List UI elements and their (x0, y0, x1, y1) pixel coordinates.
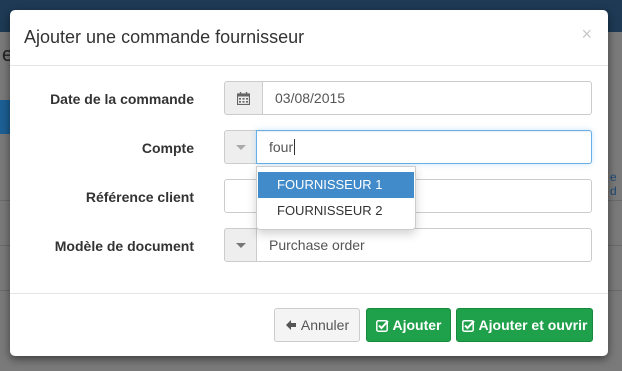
document-model-input[interactable]: Purchase order (256, 228, 592, 262)
document-model-label: Modèle de document (54, 238, 194, 254)
account-dropdown-toggle[interactable] (224, 130, 257, 164)
text-cursor (294, 139, 296, 155)
account-input-value: four (269, 139, 294, 155)
modal-title: Ajouter une commande fournisseur (24, 27, 305, 47)
document-model-dropdown-toggle[interactable] (224, 228, 257, 262)
modal-footer-divider (10, 293, 608, 294)
cancel-button-label: Annuler (300, 317, 350, 333)
caret-down-icon (235, 242, 246, 248)
calendar-button[interactable] (224, 81, 263, 115)
client-reference-label: Référence client (85, 189, 194, 205)
cancel-button[interactable]: Annuler (274, 308, 360, 342)
add-and-open-button[interactable]: Ajouter et ouvrir (456, 308, 593, 342)
arrow-left-icon (285, 320, 296, 330)
modal-header: Ajouter une commande fournisseur × (10, 10, 608, 66)
close-icon[interactable]: × (581, 24, 592, 45)
account-suggestions: FOURNISSEUR 1 FOURNISSEUR 2 (256, 166, 416, 230)
check-square-icon (375, 319, 389, 332)
check-square-icon (461, 319, 475, 332)
account-suggestion-item[interactable]: FOURNISSEUR 2 (258, 198, 414, 224)
date-label: Date de la commande (50, 91, 194, 107)
add-button[interactable]: Ajouter (366, 308, 451, 342)
background-link-fragment: e d (610, 170, 617, 198)
add-supplier-order-modal: Ajouter une commande fournisseur × Date … (10, 10, 608, 356)
order-date-input[interactable]: 03/08/2015 (262, 81, 592, 115)
account-input[interactable]: four (256, 130, 592, 164)
caret-down-icon (235, 144, 246, 150)
add-button-label: Ajouter (392, 317, 442, 333)
calendar-icon (237, 91, 250, 105)
add-and-open-button-label: Ajouter et ouvrir (478, 317, 588, 333)
account-label: Compte (141, 140, 194, 156)
account-suggestion-item[interactable]: FOURNISSEUR 1 (258, 172, 414, 198)
